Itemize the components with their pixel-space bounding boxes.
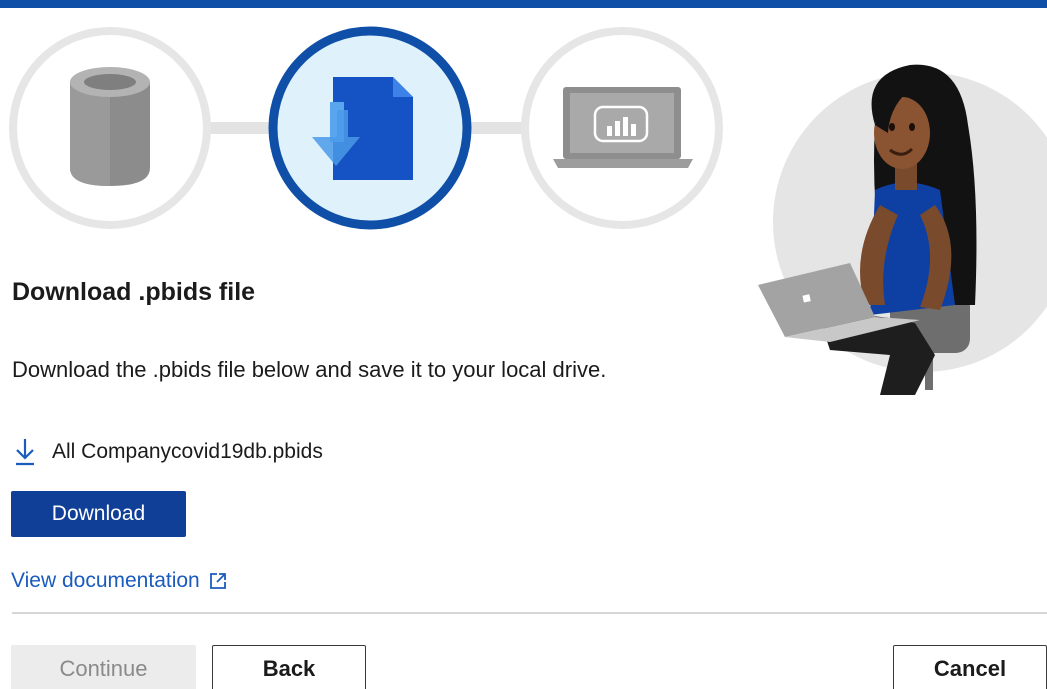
step-3-laptop [521, 27, 723, 229]
download-button[interactable]: Download [11, 491, 186, 537]
back-button[interactable]: Back [212, 645, 366, 689]
progress-steps [0, 0, 760, 250]
cancel-button[interactable]: Cancel [893, 645, 1047, 689]
doc-link-label: View documentation [11, 569, 200, 592]
external-link-icon [209, 573, 226, 589]
file-download-row[interactable]: All Companycovid19db.pbids [12, 436, 323, 468]
page-description: Download the .pbids file below and save … [12, 357, 607, 382]
footer-divider [12, 612, 1047, 614]
page-title: Download .pbids file [12, 278, 256, 306]
view-documentation-link[interactable]: View documentation [11, 569, 228, 593]
file-name: All Companycovid19db.pbids [52, 440, 323, 463]
step-2-download-file [268, 26, 472, 230]
download-arrow-icon [16, 439, 34, 466]
step-1-database [9, 27, 211, 229]
laptop-powerbi-icon [553, 87, 693, 168]
woman-with-laptop-illustration [740, 55, 1047, 395]
continue-button[interactable]: Continue [11, 645, 196, 689]
database-icon [70, 67, 150, 186]
